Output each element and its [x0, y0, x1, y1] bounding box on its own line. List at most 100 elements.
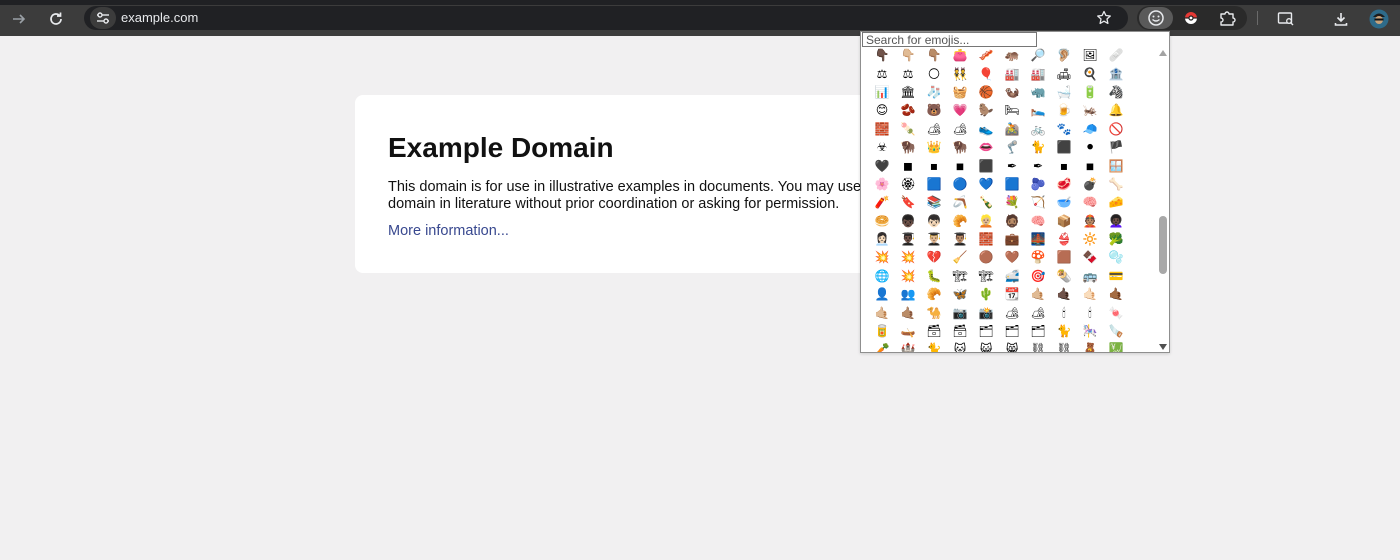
emoji-cell[interactable]: 🖼	[1077, 46, 1103, 64]
emoji-cell[interactable]: 🦬	[895, 138, 921, 156]
emoji-cell[interactable]: 💳	[1103, 267, 1129, 285]
emoji-cell[interactable]: 🧦	[921, 83, 947, 101]
emoji-cell[interactable]: 🗃	[921, 322, 947, 340]
emoji-cell[interactable]: 👦🏻	[921, 212, 947, 230]
address-bar[interactable]: example.com	[84, 6, 1128, 30]
emoji-cell[interactable]: 🌉	[1025, 230, 1051, 248]
emoji-cell[interactable]: 🌯	[1051, 267, 1077, 285]
emoji-cell[interactable]: 🍾	[973, 193, 999, 211]
emoji-cell[interactable]: 🏗	[947, 267, 973, 285]
emoji-cell[interactable]: 👯	[947, 64, 973, 82]
emoji-cell[interactable]: 🟦	[999, 175, 1025, 193]
emoji-cell[interactable]: 📦	[1051, 212, 1077, 230]
emoji-cell[interactable]: 👨🏿‍🎓	[895, 230, 921, 248]
emoji-cell[interactable]: 🥐	[921, 285, 947, 303]
emoji-cell[interactable]: 🌵	[973, 285, 999, 303]
emoji-cell[interactable]: ▪	[1051, 156, 1077, 174]
emoji-cell[interactable]: 🏵	[895, 175, 921, 193]
emoji-cell[interactable]: 🍫	[1077, 248, 1103, 266]
emoji-cell[interactable]: 🤙🏼	[869, 303, 895, 321]
emoji-cell[interactable]: 🔵	[947, 175, 973, 193]
emoji-cell[interactable]: 🤙🏽	[895, 303, 921, 321]
emoji-cell[interactable]: 🚵	[999, 120, 1025, 138]
emoji-cell[interactable]: 🚌	[1077, 267, 1103, 285]
emoji-cell[interactable]: 🕯	[1077, 303, 1103, 321]
emoji-cell[interactable]: 🥕	[869, 340, 895, 352]
emoji-cell[interactable]: 🐻	[921, 101, 947, 119]
emoji-cell[interactable]: 🥫	[869, 322, 895, 340]
emoji-cell[interactable]: 💥	[869, 248, 895, 266]
emoji-cell[interactable]: 🥣	[1051, 193, 1077, 211]
emoji-cell[interactable]: 🤎	[999, 248, 1025, 266]
emoji-cell[interactable]: 🍄	[1025, 248, 1051, 266]
emoji-cell[interactable]: 🏛	[895, 83, 921, 101]
emoji-cell[interactable]: 🦿	[999, 138, 1025, 156]
emoji-cell[interactable]: 🔎	[1025, 46, 1051, 64]
emoji-cell[interactable]: 🏗	[973, 267, 999, 285]
emoji-cell[interactable]: 🩹	[1103, 46, 1129, 64]
emoji-cell[interactable]: 👨🏼‍🎓	[921, 230, 947, 248]
emoji-cell[interactable]: ▪	[921, 156, 947, 174]
emoji-cell[interactable]: 🧺	[947, 83, 973, 101]
emoji-cell[interactable]: 👇🏼	[895, 46, 921, 64]
emoji-cell[interactable]: 🎠	[1077, 322, 1103, 340]
emoji-cell[interactable]: 🧢	[1077, 120, 1103, 138]
emoji-cell[interactable]: ◾	[1077, 156, 1103, 174]
emoji-cell[interactable]: 🏕	[947, 120, 973, 138]
emoji-cell[interactable]: 🥯	[869, 212, 895, 230]
emoji-cell[interactable]: 💐	[999, 193, 1025, 211]
emoji-cell[interactable]: 📷	[947, 303, 973, 321]
emoji-cell[interactable]: 💥	[895, 248, 921, 266]
emoji-cell[interactable]: 🧨	[869, 193, 895, 211]
emoji-cell[interactable]: 🛁	[1051, 83, 1077, 101]
emoji-search-input[interactable]	[862, 32, 1037, 47]
emoji-cell[interactable]: 🏕	[1025, 303, 1051, 321]
emoji-cell[interactable]: 🦛	[999, 46, 1025, 64]
scroll-up-arrow-icon[interactable]	[1159, 50, 1167, 56]
emoji-cell[interactable]: ◾	[947, 156, 973, 174]
emoji-cell[interactable]: 🌐	[869, 267, 895, 285]
emoji-cell[interactable]: 💥	[895, 267, 921, 285]
emoji-cell[interactable]: 🦗	[1077, 101, 1103, 119]
emoji-cell[interactable]: 🔖	[895, 193, 921, 211]
emoji-cell[interactable]: 🧠	[1077, 193, 1103, 211]
emoji-cell[interactable]: 🚲	[1025, 120, 1051, 138]
emoji-cell[interactable]: 👄	[973, 138, 999, 156]
emoji-cell[interactable]: 📆	[999, 285, 1025, 303]
emoji-cell[interactable]: 👥	[895, 285, 921, 303]
emoji-cell[interactable]: 🟫	[1051, 248, 1077, 266]
emoji-cell[interactable]: 😊	[869, 101, 895, 119]
emoji-cell[interactable]: 🚫	[1103, 120, 1129, 138]
more-information-link[interactable]: More information...	[388, 223, 509, 239]
emoji-cell[interactable]: ⚖	[895, 64, 921, 82]
emoji-cell[interactable]: 🤙🏿	[1051, 285, 1077, 303]
emoji-cell[interactable]: 💗	[947, 101, 973, 119]
emoji-cell[interactable]: 👙	[1051, 230, 1077, 248]
emoji-cell[interactable]: 👑	[921, 138, 947, 156]
emoji-cell[interactable]: 🧀	[1103, 193, 1129, 211]
emoji-cell[interactable]: 🔋	[1077, 83, 1103, 101]
emoji-cell[interactable]: 🐈	[1025, 138, 1051, 156]
emoji-cell[interactable]: 🦬	[947, 138, 973, 156]
emoji-cell[interactable]: 🛏	[999, 101, 1025, 119]
emoji-cell[interactable]: 👱🏼	[973, 212, 999, 230]
emoji-cell[interactable]: 🫐	[1025, 175, 1051, 193]
emoji-cell[interactable]: 🎯	[1025, 267, 1051, 285]
emoji-cell[interactable]: 🥦	[1103, 230, 1129, 248]
emoji-cell[interactable]: 🐈	[1051, 322, 1077, 340]
emoji-cell[interactable]: 🫘	[895, 101, 921, 119]
emoji-cell[interactable]: 🗂	[999, 322, 1025, 340]
emoji-cell[interactable]: 🦓	[1103, 83, 1129, 101]
emoji-cell[interactable]: ⚫	[1077, 138, 1103, 156]
emoji-cell[interactable]: 🫧	[1103, 248, 1129, 266]
emoji-cell[interactable]: 🏕	[921, 120, 947, 138]
emoji-cell[interactable]: 🛶	[895, 322, 921, 340]
emoji-cell[interactable]: 🧹	[947, 248, 973, 266]
emoji-extension-icon[interactable]	[1139, 7, 1173, 29]
emoji-cell[interactable]: 🟦	[921, 175, 947, 193]
emoji-cell[interactable]: 🍺	[1051, 101, 1077, 119]
emoji-cell[interactable]: 🧱	[973, 230, 999, 248]
emoji-cell[interactable]: 🐪	[921, 303, 947, 321]
emoji-cell[interactable]: ☣	[869, 138, 895, 156]
emoji-cell[interactable]: 🗂	[973, 322, 999, 340]
